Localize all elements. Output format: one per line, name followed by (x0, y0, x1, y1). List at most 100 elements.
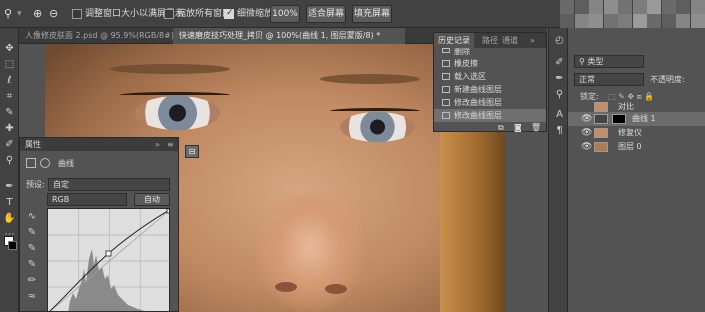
clone-source-icon[interactable]: ⚲ (553, 88, 566, 101)
history-item[interactable]: 修改曲线图层 (434, 96, 546, 109)
healing-tool-icon[interactable]: ✚ (3, 122, 16, 135)
curve-point[interactable] (105, 250, 112, 257)
doc-tab-1-label: 人像修皮肤面 2.psd @ 95.9%(RGB/8#) (25, 31, 173, 40)
eraser-icon (442, 60, 450, 67)
lasso-tool-icon[interactable]: ℓ (3, 74, 16, 87)
chevron-down-icon[interactable]: ▾ (17, 7, 22, 21)
mask-icon[interactable] (40, 158, 50, 168)
snapshot-icon[interactable]: ⧉ (498, 123, 504, 133)
right-eye (340, 112, 415, 142)
paragraph-icon[interactable]: ¶ (553, 124, 566, 137)
layer-mask-thumbnail[interactable] (612, 114, 626, 124)
zoom-all-checkbox[interactable] (164, 9, 174, 19)
camera-icon[interactable]: ◙ (514, 123, 522, 132)
history-item[interactable]: 橡皮擦 (434, 57, 546, 70)
visibility-eye-icon[interactable]: 👁 (581, 112, 592, 126)
mosaic-block (574, 0, 589, 14)
mosaic-block (690, 14, 705, 28)
fill-screen-button[interactable]: 填充屏幕 (352, 5, 392, 23)
history-item[interactable]: 删除 (434, 48, 546, 56)
history-item[interactable]: 新建曲线图层 (434, 83, 546, 96)
magnifier-icon[interactable]: ⚲ (4, 7, 12, 21)
zoom-out-icon[interactable]: ⊖ (49, 7, 58, 21)
stamp-tool-icon[interactable]: ⚲ (3, 154, 16, 167)
tab-channels[interactable]: 通道 (498, 33, 522, 48)
layer-thumbnail (594, 142, 608, 152)
mosaic-block (618, 0, 632, 14)
pencil-tool-icon[interactable]: ✏ (25, 274, 39, 288)
properties-title: 属性 (25, 140, 41, 149)
mosaic-block (690, 0, 705, 14)
layers-panel: ⚲ 类型 正常 不透明度: 锁定: ⬚ ✎ ✥ ⧈ 🔒 对比 👁 曲线 1 👁 … (568, 28, 705, 312)
curve-point-tool-icon[interactable]: ∿ (25, 210, 39, 224)
visibility-eye-icon[interactable]: 👁 (581, 126, 592, 140)
type-tool-icon[interactable]: T (3, 196, 16, 209)
character-icon[interactable]: A (553, 108, 566, 121)
marquee-tool-icon[interactable]: ⬚ (3, 58, 16, 71)
percent-100-button[interactable]: 100% (270, 5, 300, 23)
nostril-right (325, 284, 347, 294)
curves-graph[interactable] (47, 208, 170, 312)
mosaic-block (574, 14, 589, 28)
adjustment-icon (26, 158, 36, 168)
auto-button[interactable]: 自动 (134, 193, 170, 206)
curve-endpoint[interactable] (166, 209, 170, 214)
eyedropper-tool-icon[interactable]: ✎ (3, 106, 16, 119)
channel-select[interactable]: RGB (47, 193, 127, 206)
curves-adjust-icon (594, 114, 608, 124)
pen-tool-icon[interactable]: ✒ (3, 180, 16, 193)
move-tool-icon[interactable]: ✥ (3, 42, 16, 55)
layer-row-selected[interactable]: 👁 曲线 1 (568, 112, 705, 126)
hand-tool-icon[interactable]: ✋ (3, 212, 16, 225)
brush-settings-icon[interactable]: ✒ (553, 72, 566, 85)
tab-history[interactable]: 历史记录 (434, 33, 474, 48)
trash-icon[interactable]: 🗑 (531, 123, 541, 132)
background-color-swatch[interactable] (8, 241, 17, 250)
preset-label: 预设: (26, 180, 45, 189)
preset-select[interactable]: 自定 (48, 178, 170, 191)
panel-menu-icon[interactable]: ≡ (167, 139, 174, 150)
mosaic-block (618, 14, 632, 28)
mosaic-block (661, 14, 676, 28)
mosaic-block (560, 14, 574, 28)
adjust-icon (442, 112, 450, 119)
channel-value: RGB (52, 195, 70, 204)
doc-tab-1[interactable]: 人像修皮肤面 2.psd @ 95.9%(RGB/8#) (19, 28, 173, 44)
mosaic-block (661, 0, 676, 14)
curves-label: 曲线 (58, 159, 74, 168)
eyedropper-black-icon[interactable]: ✎ (25, 226, 39, 240)
brush-preset-icon[interactable]: ✐ (553, 56, 566, 69)
properties-panel: 属性 » ≡ 曲线 预设: 自定 RGB 自动 ∿ ✎ ✎ ✎ ✏ ≈ (19, 137, 179, 312)
eyedropper-gray-icon[interactable]: ✎ (25, 242, 39, 256)
history-item-label: 新建曲线图层 (454, 85, 502, 94)
history-panel-icon[interactable]: ◴ (553, 34, 566, 47)
eyedropper-white-icon[interactable]: ✎ (25, 258, 39, 272)
layer-row[interactable]: 👁 修复仪 (568, 126, 705, 140)
visibility-eye-icon[interactable]: 👁 (581, 140, 592, 154)
nose (255, 194, 365, 312)
layer-filter-select[interactable]: ⚲ 类型 (574, 55, 644, 68)
history-item[interactable]: 载入选区 (434, 70, 546, 83)
collapse-icon[interactable]: » (155, 139, 160, 150)
fit-screen-button[interactable]: 适合屏幕 (306, 5, 346, 23)
crop-tool-icon[interactable]: ⌗ (3, 90, 16, 103)
collapse-icon[interactable]: » (526, 33, 539, 48)
doc-tab-2[interactable]: 快速磨皮技巧处理_拷贝 @ 100%(曲线 1, 图层蒙版/8) * (173, 28, 405, 44)
mosaic-block (647, 14, 661, 28)
resize-windows-checkbox[interactable] (72, 9, 82, 19)
layer-row[interactable]: 👁 图层 0 (568, 140, 705, 154)
history-panel: 历史记录 路径 通道 » 删除 橡皮擦 载入选区 新建曲线图层 修改曲线图层 修… (433, 32, 547, 132)
smooth-icon[interactable]: ≈ (25, 290, 39, 304)
zoom-in-icon[interactable]: ⊕ (33, 7, 42, 21)
scrubby-zoom-checkbox[interactable] (224, 8, 234, 19)
layer-name: 曲线 1 (632, 114, 656, 123)
adjustment-panel-icon[interactable]: ⊟ (185, 145, 199, 158)
mosaic-block (603, 14, 618, 28)
layer-thumbnail (594, 102, 608, 112)
brush-tool-icon[interactable]: ✐ (3, 138, 16, 151)
history-item-selected[interactable]: 修改曲线图层 (434, 109, 546, 122)
pixelated-overlay (560, 0, 705, 28)
blend-mode-value: 正常 (579, 75, 595, 84)
layer-name: 图层 0 (618, 142, 642, 151)
blend-mode-select[interactable]: 正常 (574, 73, 644, 86)
